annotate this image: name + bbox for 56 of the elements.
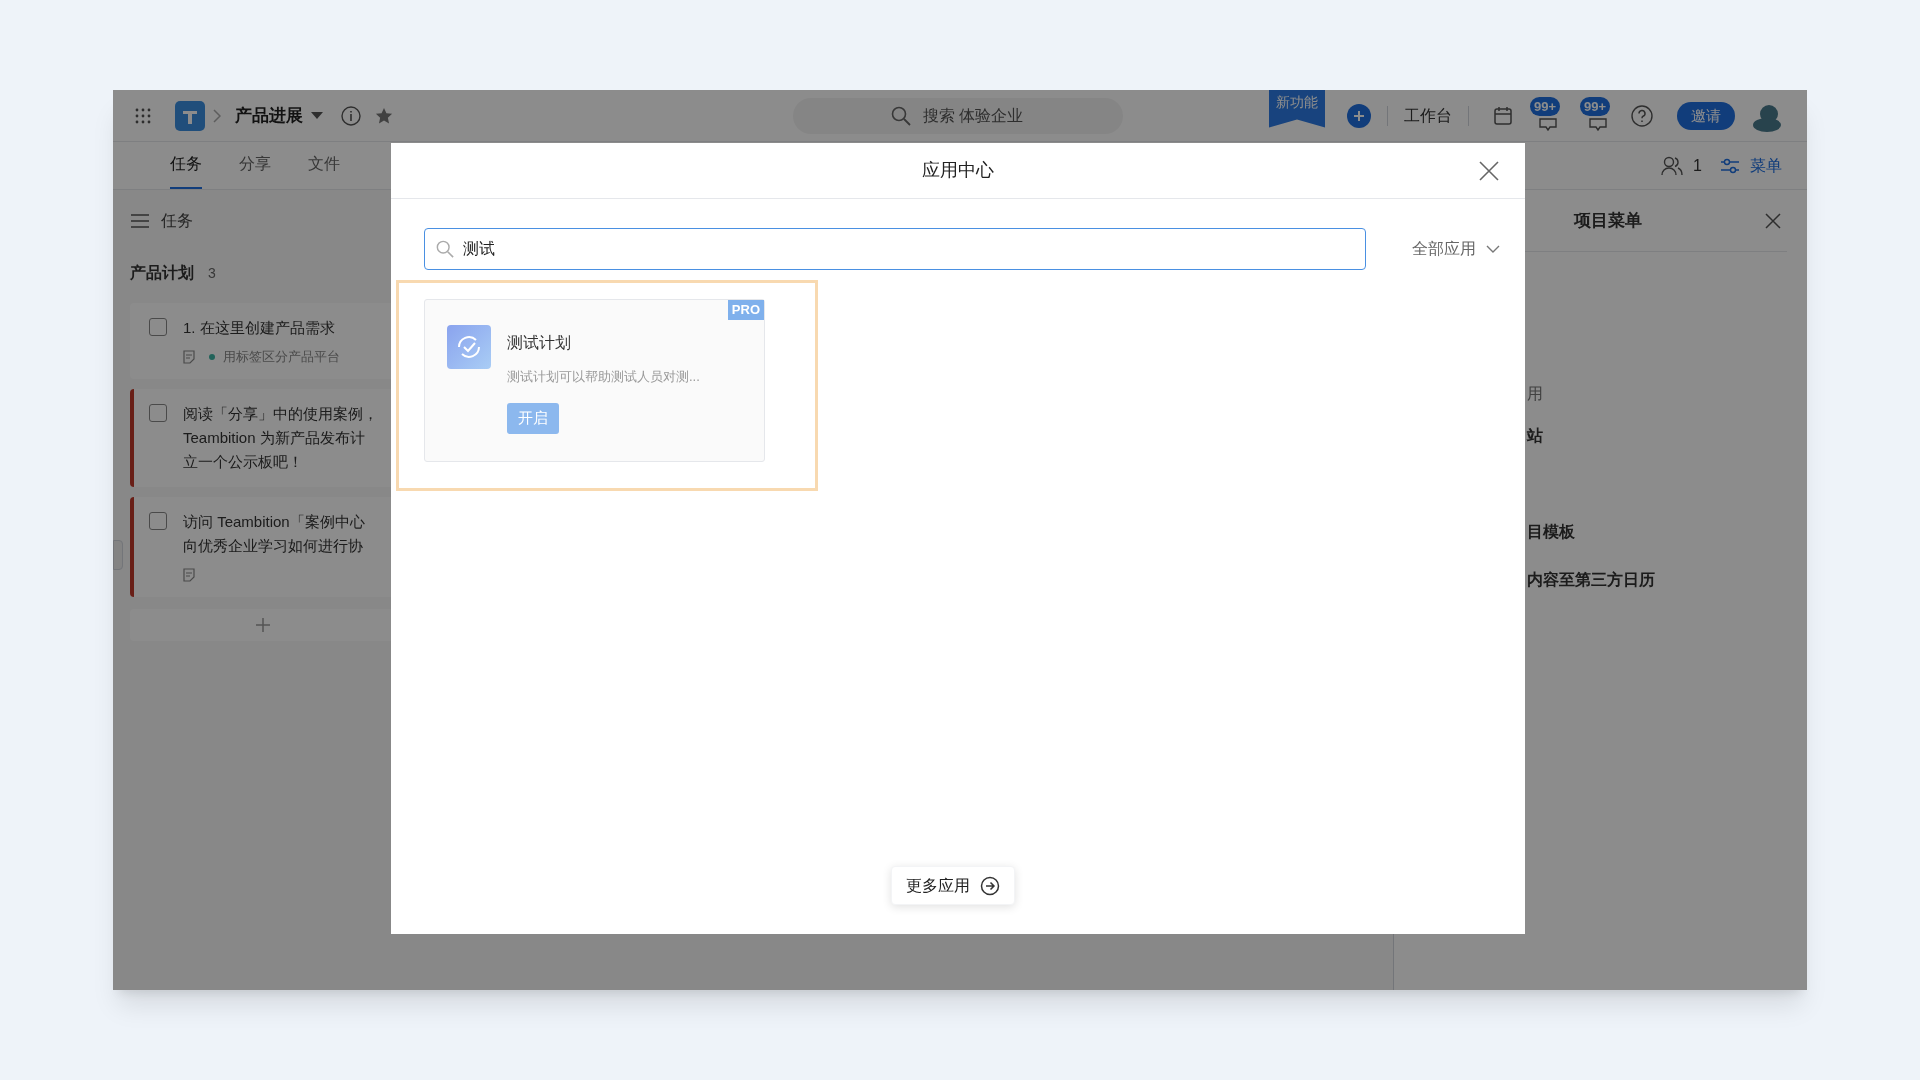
search-icon [891, 106, 911, 126]
chevron-right-icon [213, 108, 221, 123]
count-badge: 99+ [1530, 96, 1561, 116]
add-icon[interactable] [1347, 103, 1371, 128]
project-name[interactable]: 产品进展 [235, 102, 303, 129]
tab[interactable]: 分享 [239, 142, 271, 189]
menu-button[interactable]: 菜单 [1720, 153, 1782, 178]
chevron-down-icon [1486, 245, 1500, 253]
task-checkbox[interactable] [149, 404, 167, 422]
side-menu-title: 项目菜单 [1574, 209, 1642, 232]
invite-button[interactable]: 邀请 [1677, 101, 1735, 130]
side-menu-item[interactable]: 目模板 [1527, 520, 1575, 544]
help-icon[interactable] [1631, 104, 1653, 127]
check-cycle-icon [447, 325, 491, 369]
count-badge: 99+ [1580, 96, 1611, 116]
workbench-link[interactable]: 工作台 [1404, 103, 1452, 128]
list-name: 产品计划 [130, 263, 194, 283]
app-name: 测试计划 [507, 333, 572, 353]
close-icon[interactable] [1765, 212, 1781, 229]
task-checkbox[interactable] [149, 318, 167, 336]
star-icon[interactable] [375, 106, 393, 125]
pro-badge: PRO [727, 300, 764, 320]
app-search-field[interactable]: 测试 [424, 228, 1366, 270]
close-icon[interactable] [1479, 160, 1499, 181]
tag-label: 用标签区分产品平台 [223, 348, 340, 367]
member-count: 1 [1693, 155, 1702, 176]
side-menu-item[interactable]: 内容至第三方日历 [1527, 568, 1655, 592]
dialog-title: 应用中心 [922, 159, 994, 182]
task-checkbox[interactable] [149, 512, 167, 530]
chat-icon[interactable] [1588, 116, 1608, 131]
more-apps-button[interactable]: 更多应用 [891, 866, 1015, 905]
filter-dropdown[interactable]: 全部应用 [1412, 237, 1500, 261]
apps-grid-icon[interactable] [135, 107, 151, 124]
app-logo-icon[interactable] [175, 100, 205, 131]
task-title: 1. 在这里创建产品需求 [183, 318, 336, 338]
app-description: 测试计划可以帮助测试人员对测... [507, 368, 700, 386]
info-icon[interactable] [341, 105, 361, 126]
calendar-icon[interactable] [1493, 105, 1513, 126]
list-count: 3 [208, 263, 216, 283]
side-menu-item[interactable]: 站 [1527, 424, 1543, 448]
caret-down-icon[interactable] [311, 111, 323, 120]
app-card[interactable]: 测试计划 测试计划可以帮助测试人员对测... 开启 PRO [424, 299, 765, 462]
search-icon [436, 240, 454, 258]
tab[interactable]: 文件 [308, 142, 340, 189]
panel-title: 任务 [161, 211, 193, 231]
menu-icon[interactable] [131, 214, 149, 228]
search-field[interactable]: 搜索 体验企业 [793, 98, 1123, 134]
members-icon[interactable] [1661, 155, 1684, 176]
sliders-icon [1720, 156, 1740, 175]
arrow-right-circle-icon [980, 875, 1000, 896]
collapse-handle[interactable] [113, 540, 123, 570]
side-menu-item[interactable]: 用 [1527, 382, 1543, 406]
new-feature-ribbon[interactable]: 新功能 [1269, 90, 1325, 128]
task-title: 阅读「分享」中的使用案例， Teambition 为新产品发布计 立一个公示板吧！ [183, 404, 378, 472]
task-title: 访问 Teambition「案例中心 向优秀企业学习如何进行协 [183, 512, 365, 556]
plus-icon [255, 617, 271, 633]
